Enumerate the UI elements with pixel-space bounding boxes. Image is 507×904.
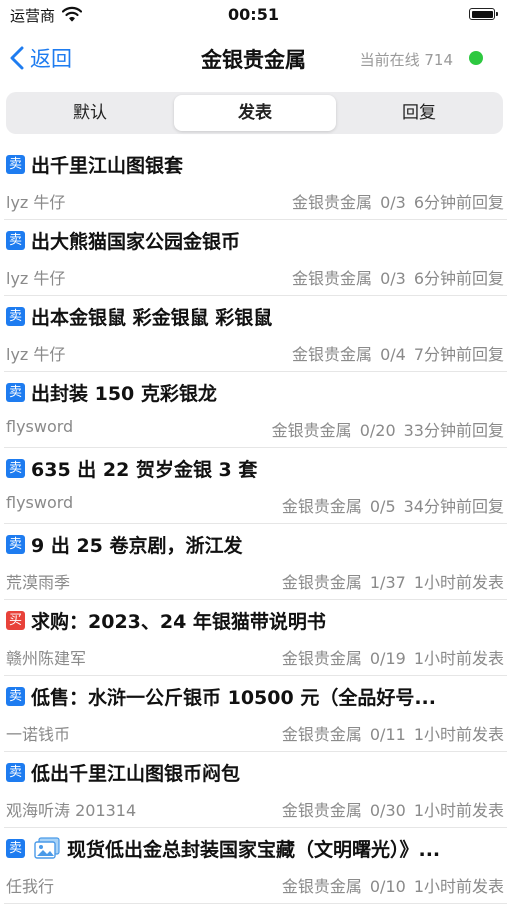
clock: 00:51 [228, 5, 279, 24]
segmented-tabs: 默认 发表 回复 [6, 92, 503, 134]
post-forum: 金银贵金属 [271, 421, 352, 440]
post-title: 现货低出金总封装国家宝藏（文明曙光）》... [67, 839, 441, 861]
online-status-dot [469, 51, 483, 65]
post-time: 7分钟前回复 [413, 345, 504, 364]
post-time: 1小时前发表 [413, 649, 504, 668]
post-reply-count: 0/11 [369, 725, 406, 744]
post-meta: 金银贵金属 0/11 1小时前发表 [274, 721, 504, 745]
post-reply-count: 0/30 [369, 801, 406, 820]
post-meta: 金银贵金属 0/30 1小时前发表 [274, 797, 504, 821]
post-row[interactable]: 卖低出千里江山图银币闷包观海听涛 201314 金银贵金属 0/30 1小时前发表 [4, 752, 507, 828]
post-meta: 金银贵金属 0/3 6分钟前回复 [284, 265, 504, 289]
post-row[interactable]: 卖出封装 150 克彩银龙 flysword 金银贵金属 0/20 33分钟前回复 [4, 372, 507, 448]
online-count: 当前在线 714 [359, 51, 453, 69]
post-row[interactable]: 卖低售：水浒一公斤银币 10500 元（全品好号... 一诺钱币 金银贵金属 0/11… [4, 676, 507, 752]
post-meta: 金银贵金属 0/20 33分钟前回复 [264, 417, 504, 441]
post-time: 33分钟前回复 [403, 421, 504, 440]
post-forum: 金银贵金属 [281, 497, 362, 516]
sell-badge: 卖 [6, 231, 25, 250]
post-reply-count: 0/5 [369, 497, 396, 516]
post-title: 635 出 22 贺岁金银 3 套 [31, 459, 258, 481]
post-time: 6分钟前回复 [413, 269, 504, 288]
post-reply-count: 0/20 [359, 421, 396, 440]
post-reply-count: 0/3 [380, 193, 406, 212]
post-forum: 金银贵金属 [281, 877, 362, 896]
post-title: 低出千里江山图银币闷包 [31, 763, 241, 785]
buy-badge: 买 [6, 611, 25, 630]
post-row[interactable]: 卖 9 出 25 卷京剧，浙江发荒漠雨季 金银贵金属 1/37 1小时前发表 [4, 524, 507, 600]
sell-badge: 卖 [6, 839, 25, 858]
sell-badge: 卖 [6, 763, 25, 782]
post-forum: 金银贵金属 [281, 649, 362, 668]
post-author[interactable]: lyz 牛仔 [6, 341, 65, 365]
status-bar: 运营商 00:51 [0, 0, 507, 30]
post-time: 34分钟前回复 [403, 497, 504, 516]
post-author[interactable]: 一诺钱币 [6, 721, 70, 745]
post-meta: 金银贵金属 0/4 7分钟前回复 [284, 341, 504, 365]
sell-badge: 卖 [6, 535, 25, 554]
sell-badge: 卖 [6, 459, 25, 478]
post-time: 6分钟前回复 [413, 193, 504, 212]
post-title: 出千里江山图银套 [31, 155, 184, 177]
post-meta: 金银贵金属 0/10 1小时前发表 [274, 873, 504, 897]
post-row[interactable]: 卖出本金银鼠 彩金银鼠 彩银鼠 lyz 牛仔 金银贵金属 0/4 7分钟前回复 [4, 296, 507, 372]
nav-bar: 返回 金银贵金属 当前在线 714 [0, 30, 507, 86]
post-title: 9 出 25 卷京剧，浙江发 [31, 535, 243, 557]
post-author[interactable]: 荒漠雨季 [6, 569, 70, 593]
battery-icon [469, 8, 498, 20]
post-author[interactable]: flysword [6, 493, 73, 512]
post-row[interactable]: 卖出大熊猫国家公园金银币 lyz 牛仔 金银贵金属 0/3 6分钟前回复 [4, 220, 507, 296]
sell-badge: 卖 [6, 155, 25, 174]
post-reply-count: 0/3 [380, 269, 406, 288]
post-time: 1小时前发表 [413, 877, 504, 896]
post-author[interactable]: flysword [6, 417, 73, 436]
post-title: 低售：水浒一公斤银币 10500 元（全品好号... [31, 687, 436, 709]
tab-default[interactable]: 默认 [9, 95, 171, 131]
post-title: 出大熊猫国家公园金银币 [31, 231, 241, 253]
post-time: 1小时前发表 [413, 725, 504, 744]
post-author[interactable]: lyz 牛仔 [6, 265, 65, 289]
post-reply-count: 1/37 [369, 573, 406, 592]
post-author[interactable]: lyz 牛仔 [6, 189, 65, 213]
post-author[interactable]: 观海听涛 201314 [6, 797, 136, 821]
sell-badge: 卖 [6, 687, 25, 706]
post-reply-count: 0/19 [369, 649, 406, 668]
post-meta: 金银贵金属 1/37 1小时前发表 [274, 569, 504, 593]
post-forum: 金银贵金属 [292, 269, 373, 288]
post-forum: 金银贵金属 [281, 801, 362, 820]
post-forum: 金银贵金属 [292, 193, 373, 212]
post-author[interactable]: 任我行 [6, 873, 54, 897]
post-reply-count: 0/4 [380, 345, 406, 364]
post-row[interactable]: 卖 现货低出金总封装国家宝藏（文明曙光）》... 任我行 金银贵金属 0/10 1小时前发… [4, 828, 507, 904]
post-reply-count: 0/10 [369, 877, 406, 896]
post-forum: 金银贵金属 [281, 725, 362, 744]
image-icon [34, 837, 60, 859]
post-forum: 金银贵金属 [281, 573, 362, 592]
post-list: 卖出千里江山图银套 lyz 牛仔 金银贵金属 0/3 6分钟前回复卖出大熊猫国家公园金银… [0, 144, 507, 904]
post-title: 求购：2023、24 年银猫带说明书 [31, 611, 326, 633]
post-forum: 金银贵金属 [292, 345, 373, 364]
post-time: 1小时前发表 [413, 801, 504, 820]
sell-badge: 卖 [6, 383, 25, 402]
post-row[interactable]: 卖 635 出 22 贺岁金银 3 套 flysword 金银贵金属 0/5 34分钟前回… [4, 448, 507, 524]
post-meta: 金银贵金属 0/5 34分钟前回复 [274, 493, 504, 517]
post-title: 出本金银鼠 彩金银鼠 彩银鼠 [31, 307, 273, 329]
post-title: 出封装 150 克彩银龙 [31, 383, 217, 405]
post-meta: 金银贵金属 0/19 1小时前发表 [274, 645, 504, 669]
post-author[interactable]: 赣州陈建军 [6, 645, 86, 669]
sell-badge: 卖 [6, 307, 25, 326]
tab-posted[interactable]: 发表 [174, 95, 336, 131]
post-row[interactable]: 买求购：2023、24 年银猫带说明书赣州陈建军 金银贵金属 0/19 1小时前发表 [4, 600, 507, 676]
post-meta: 金银贵金属 0/3 6分钟前回复 [284, 189, 504, 213]
post-row[interactable]: 卖出千里江山图银套 lyz 牛仔 金银贵金属 0/3 6分钟前回复 [4, 144, 507, 220]
tab-replies[interactable]: 回复 [338, 95, 500, 131]
post-time: 1小时前发表 [413, 573, 504, 592]
